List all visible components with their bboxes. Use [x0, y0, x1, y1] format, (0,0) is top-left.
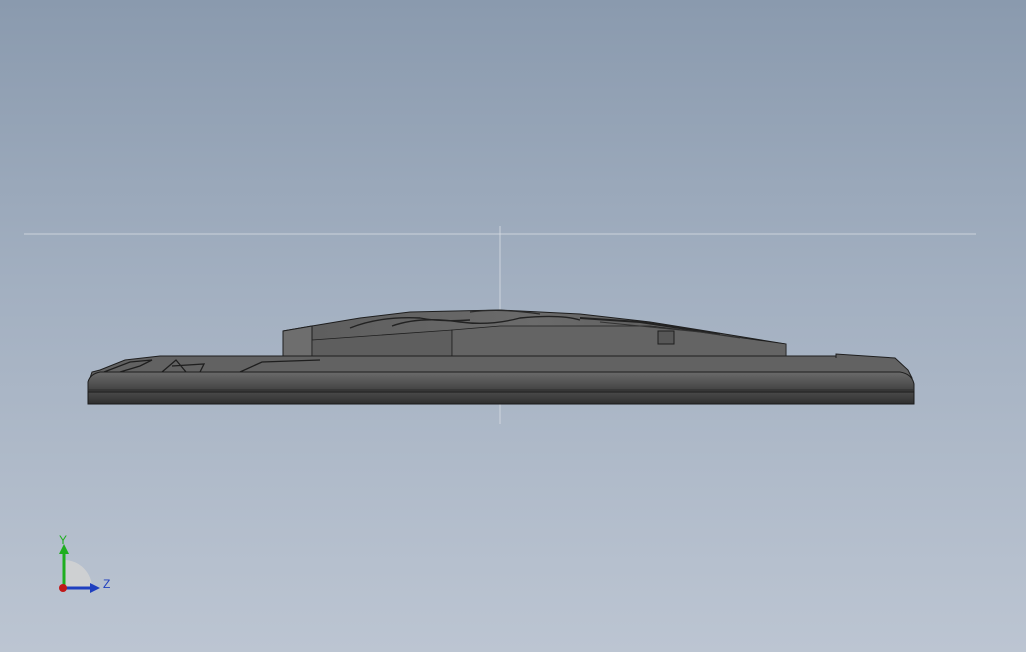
small-boss-feature [657, 330, 675, 345]
base-plate-body[interactable] [87, 371, 915, 393]
graphics-viewport[interactable]: Y Z [0, 0, 1026, 652]
model-view-canvas[interactable]: Y Z [0, 0, 1026, 652]
z-axis-arrowhead-icon [90, 583, 100, 593]
y-axis-label: Y [59, 533, 67, 547]
upper-center-face [451, 325, 787, 357]
triad-plane-quadrant [64, 560, 92, 588]
x-axis-origin-icon [59, 584, 67, 592]
z-axis-label: Z [103, 577, 110, 591]
part-model[interactable] [87, 309, 915, 405]
upper-left-block [282, 325, 313, 357]
base-plate-bottom-lip [87, 391, 915, 405]
reference-triad: Y Z [59, 533, 110, 593]
